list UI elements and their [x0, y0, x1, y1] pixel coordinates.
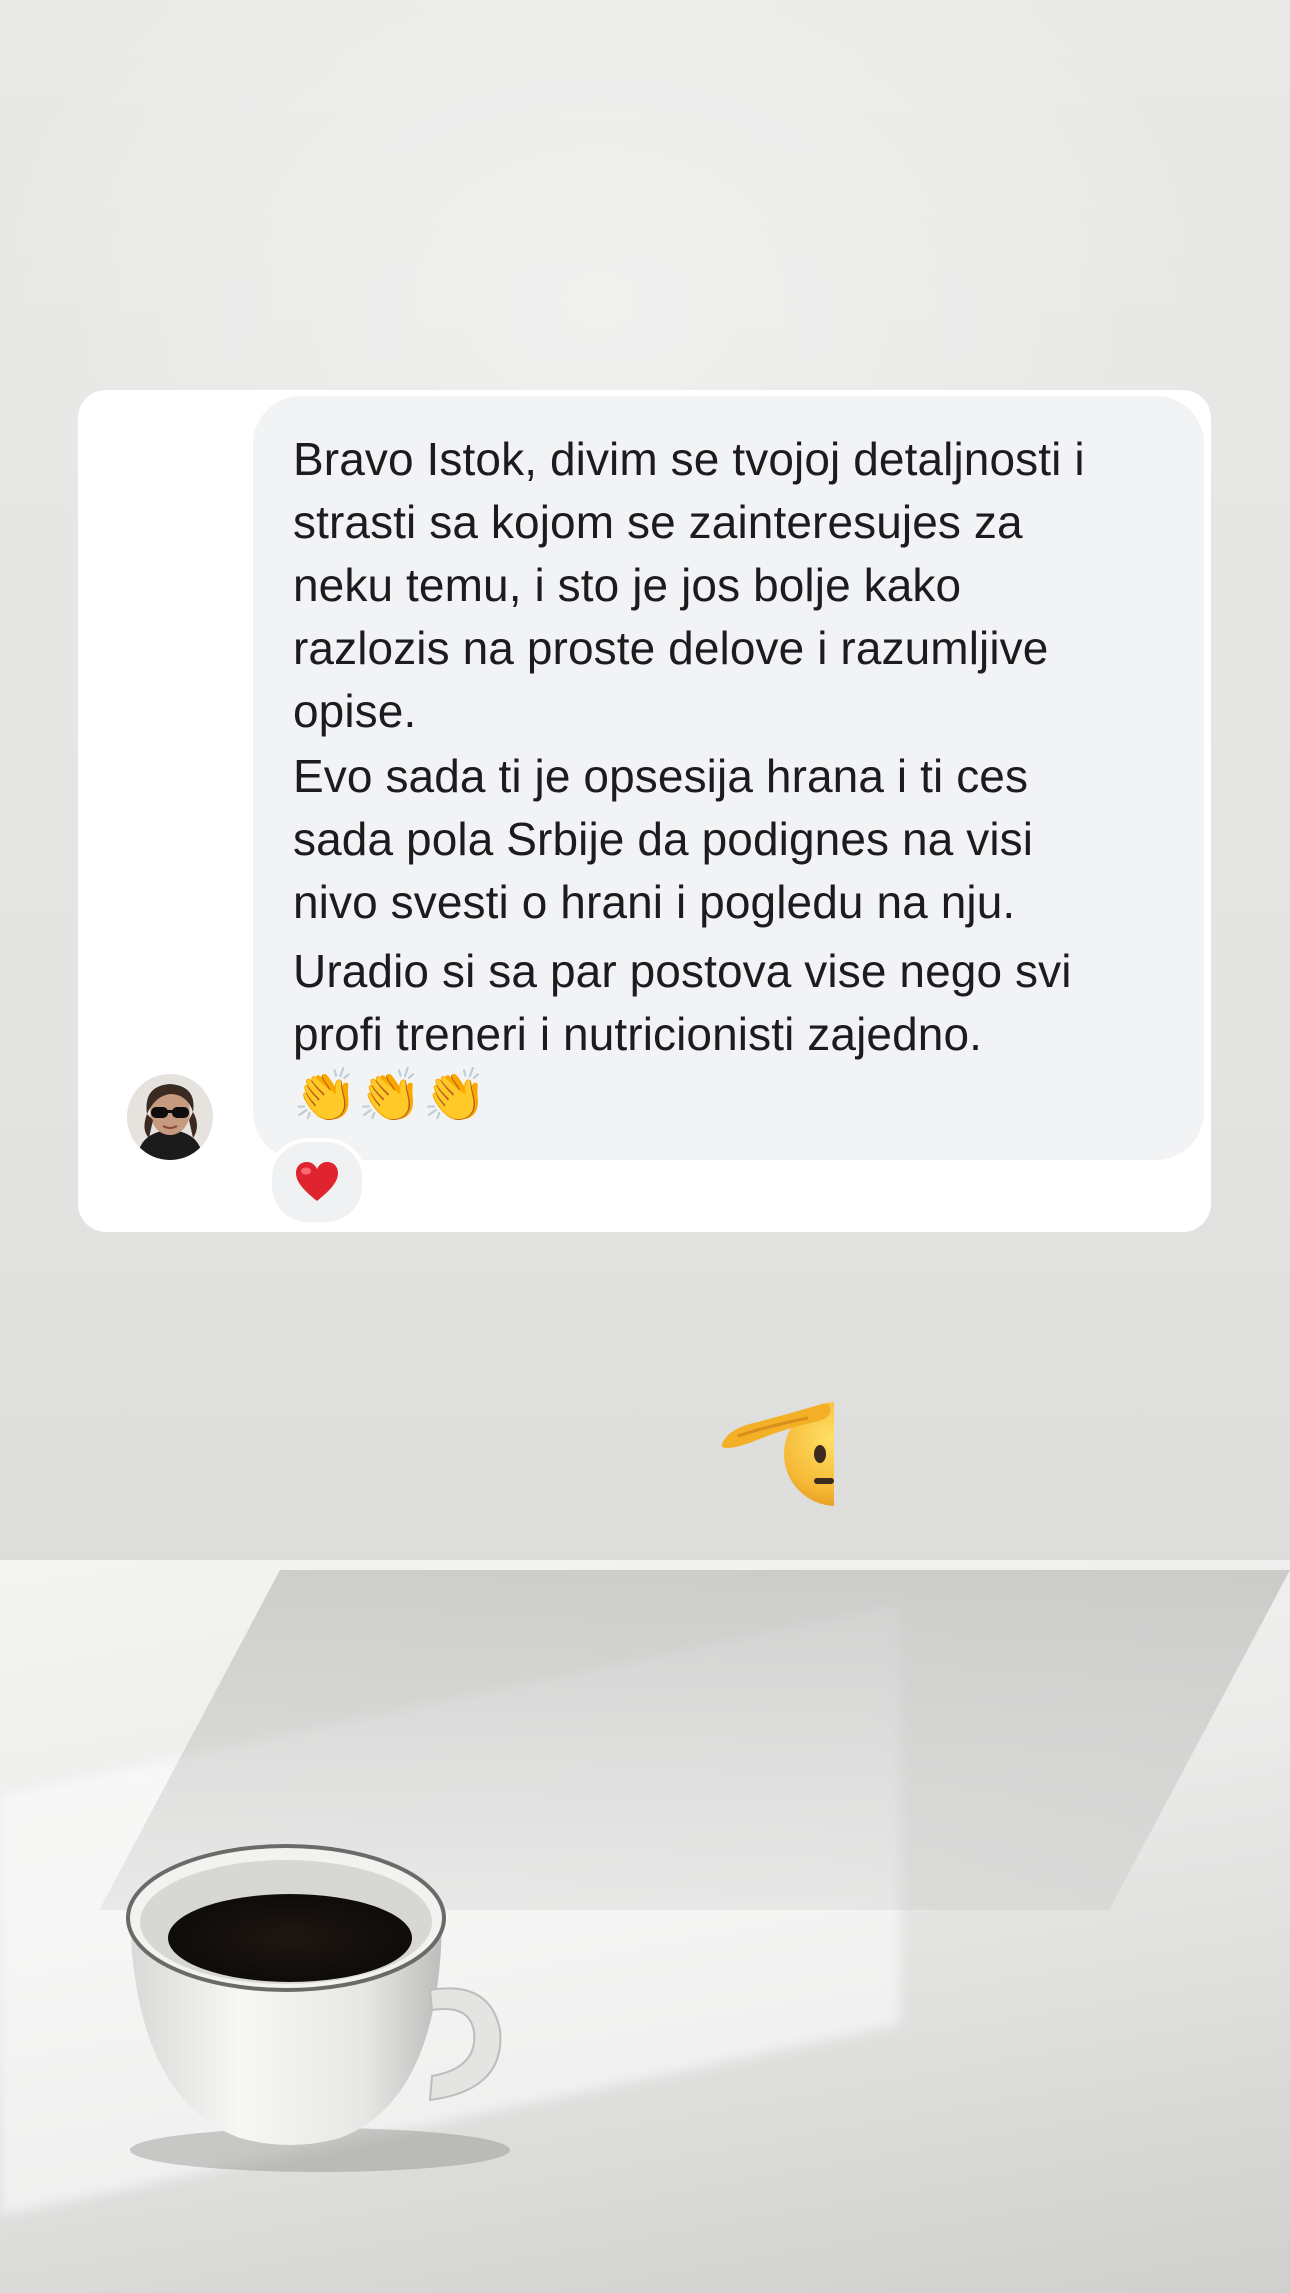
avatar[interactable]	[127, 1074, 213, 1160]
message-paragraph-1: Bravo Istok, divim se tvojoj detaljnosti…	[293, 433, 1085, 737]
message-paragraph-3: Uradio si sa par postova vise nego svi p…	[293, 945, 1072, 1060]
message-card[interactable]: Bravo Istok, divim se tvojoj detaljnosti…	[78, 390, 1211, 1232]
saluting-face-icon[interactable]	[718, 1392, 834, 1510]
clapping-hands-icon: 👏👏👏	[293, 1066, 488, 1126]
coffee-cup-icon	[126, 1844, 510, 2172]
heart-icon	[296, 1162, 338, 1201]
message-bubble[interactable]: Bravo Istok, divim se tvojoj detaljnosti…	[253, 396, 1204, 1160]
reaction-badge[interactable]	[268, 1138, 366, 1226]
coffee-cup-photo	[90, 1800, 550, 2180]
profile-photo-icon	[127, 1074, 213, 1160]
message-text: Bravo Istok, divim se tvojoj detaljnosti…	[293, 428, 1164, 1066]
saluting-face-sticker	[721, 1402, 834, 1506]
message-paragraph-2: Evo sada ti je opsesija hrana i ti ces s…	[293, 750, 1034, 928]
